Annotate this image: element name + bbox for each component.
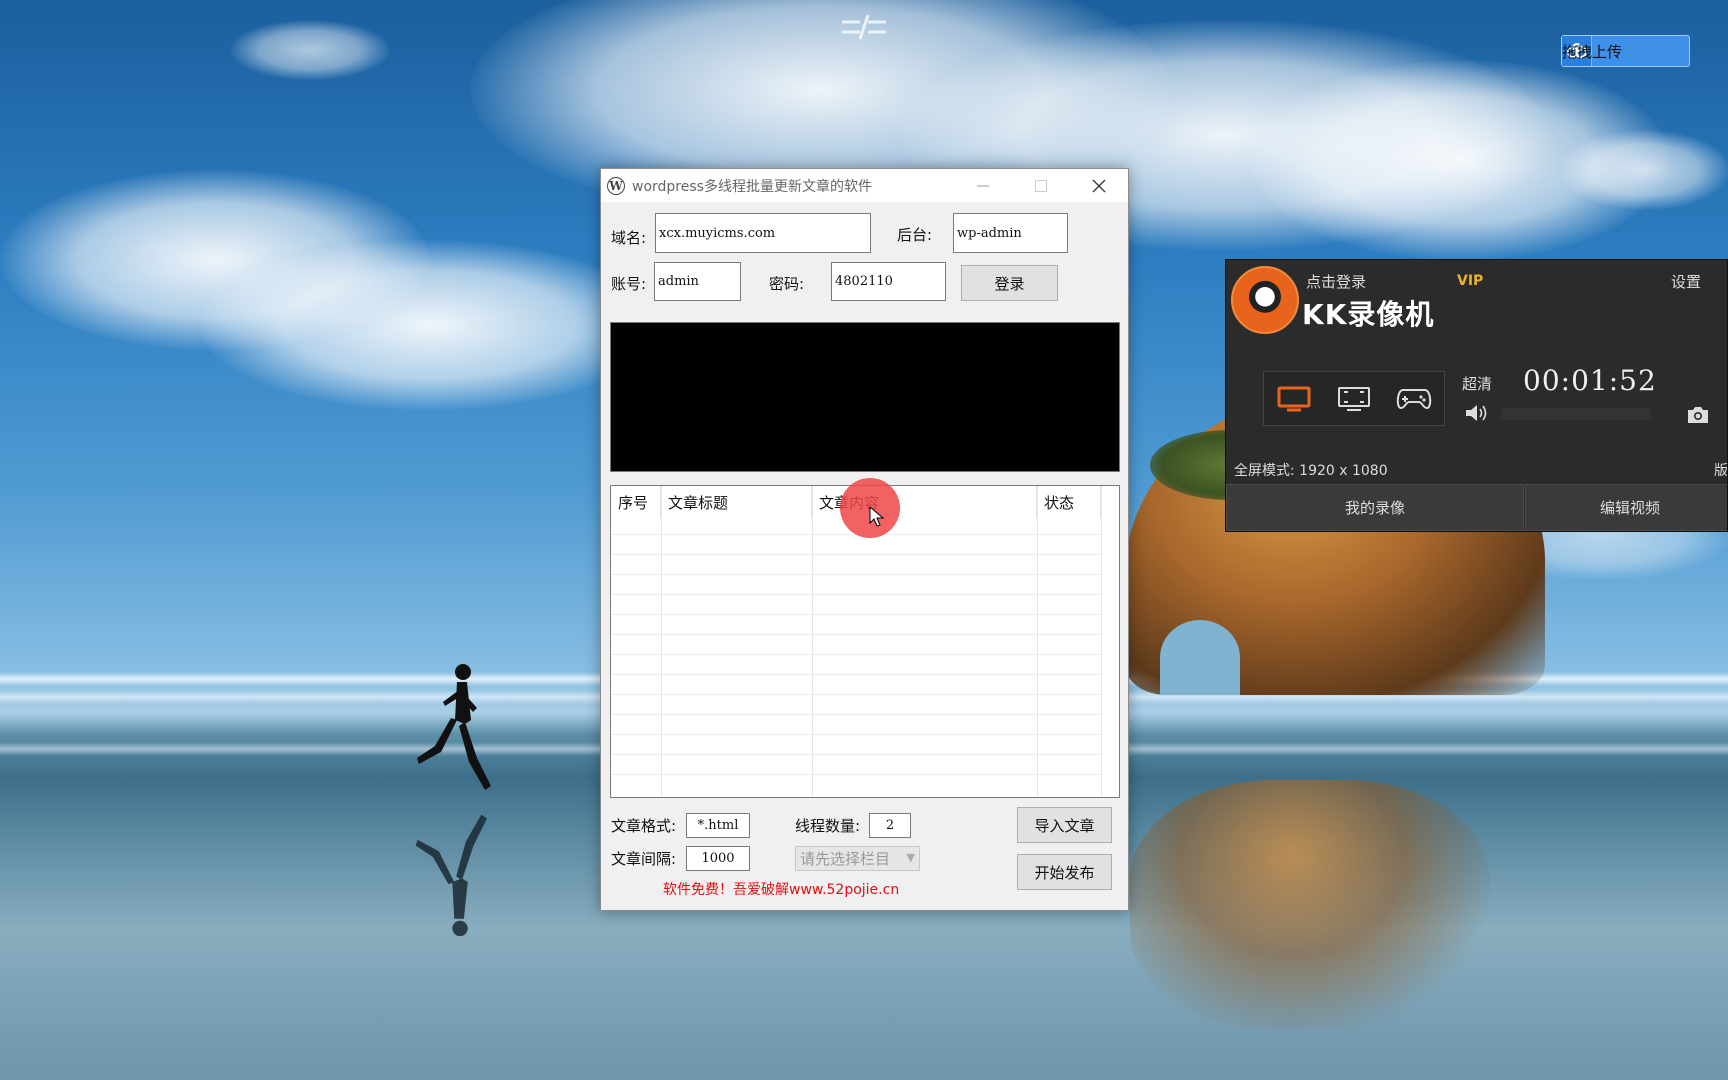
category-select[interactable]: 请先选择栏目 ▼ (795, 846, 920, 871)
interval-input[interactable]: 1000 (686, 846, 750, 871)
row-divider (611, 614, 1101, 615)
recorder-brand: KK录像机 (1302, 298, 1435, 331)
domain-label: 域名: (611, 229, 647, 247)
mouse-cursor-icon (869, 506, 885, 527)
drag-upload-button[interactable]: 拖拽上传 (1561, 35, 1690, 67)
account-input[interactable]: admin (654, 262, 741, 301)
version-info: 版 (1714, 463, 1728, 479)
footer-note: 软件免费！吾爱破解www.52pojie.cn (663, 882, 900, 898)
column-header-index[interactable]: 序号 (611, 486, 661, 518)
cloud (200, 240, 660, 410)
close-icon (1092, 179, 1106, 192)
window-title: wordpress多线程批量更新文章的软件 (632, 178, 872, 195)
camera-icon[interactable] (1686, 405, 1710, 429)
window-titlebar[interactable]: W wordpress多线程批量更新文章的软件 (601, 169, 1128, 202)
row-divider (611, 734, 1101, 735)
maximize-button[interactable] (1012, 169, 1070, 202)
password-input[interactable]: 4802110 (831, 262, 946, 301)
format-label: 文章格式: (611, 817, 677, 835)
backend-label: 后台: (897, 226, 933, 244)
fullscreen-mode-info: 全屏模式: 1920 x 1080 (1234, 463, 1388, 479)
row-divider (611, 654, 1101, 655)
kk-raccoon-logo-icon (1231, 266, 1299, 334)
backend-path-input[interactable]: wp-admin (953, 213, 1068, 253)
recording-timer: 00:01:52 (1523, 364, 1657, 397)
domain-input[interactable]: xcx.muyicms.com (655, 213, 871, 253)
interval-label: 文章间隔: (611, 850, 677, 868)
recorder-settings-link[interactable]: 设置 (1671, 271, 1701, 292)
column-divider (812, 486, 813, 797)
drag-upload-label: 拖拽上传 (1562, 42, 1623, 61)
tab-my-videos[interactable]: 我的录像 (1226, 484, 1524, 531)
runner-silhouette (417, 664, 491, 790)
column-divider (1101, 486, 1102, 797)
column-divider (661, 486, 662, 797)
vip-badge[interactable]: VIP (1457, 273, 1483, 289)
minimize-icon (977, 185, 989, 186)
rock-arch-opening (1160, 620, 1240, 695)
category-select-value: 请先选择栏目 (800, 850, 891, 868)
close-button[interactable] (1070, 169, 1128, 202)
recorder-login-link[interactable]: 点击登录 (1306, 271, 1366, 292)
tab-edit-video[interactable]: 编辑视频 (1525, 484, 1727, 531)
cloud (230, 20, 390, 80)
minimize-button[interactable] (954, 169, 1012, 202)
format-input[interactable]: *.html (686, 813, 750, 838)
volume-level-bar[interactable] (1501, 408, 1651, 420)
recording-toolbar-handle-icon[interactable] (838, 12, 890, 42)
row-divider (611, 774, 1101, 775)
kk-recorder-window: 点击登录 VIP 设置 KK录像机 超清 00:01:52 全屏模式: 1920… (1225, 259, 1728, 532)
log-console (610, 322, 1120, 472)
wordpress-logo-icon: W (607, 176, 625, 195)
column-header-title[interactable]: 文章标题 (661, 486, 812, 518)
row-divider (611, 694, 1101, 695)
cloud (1560, 130, 1728, 210)
rock-reflection (1130, 780, 1490, 1030)
row-divider (611, 594, 1101, 595)
volume-icon[interactable] (1464, 403, 1488, 427)
import-articles-button[interactable]: 导入文章 (1017, 807, 1112, 843)
row-divider (611, 754, 1101, 755)
maximize-icon (1035, 179, 1047, 192)
screen-mode-icon[interactable] (1275, 384, 1313, 414)
row-divider (611, 674, 1101, 675)
login-button[interactable]: 登录 (961, 265, 1058, 301)
threads-label: 线程数量: (795, 817, 861, 835)
threads-input[interactable]: 2 (869, 813, 911, 838)
row-divider (611, 554, 1101, 555)
password-label: 密码: (769, 275, 805, 293)
wordpress-publisher-window: W wordpress多线程批量更新文章的软件 域名: xcx.muyicms.… (600, 168, 1129, 911)
recording-mode-switcher (1263, 371, 1445, 426)
row-divider (611, 574, 1101, 575)
account-label: 账号: (611, 275, 647, 293)
column-divider (1037, 486, 1038, 797)
row-divider (611, 714, 1101, 715)
game-mode-icon[interactable] (1395, 384, 1433, 414)
start-publish-button[interactable]: 开始发布 (1017, 854, 1112, 890)
column-header-status[interactable]: 状态 (1037, 486, 1101, 518)
quality-setting[interactable]: 超清 (1462, 373, 1492, 394)
row-divider (611, 634, 1101, 635)
region-mode-icon[interactable] (1335, 384, 1373, 414)
runner-reflection (415, 814, 488, 937)
chevron-down-icon: ▼ (906, 851, 915, 864)
